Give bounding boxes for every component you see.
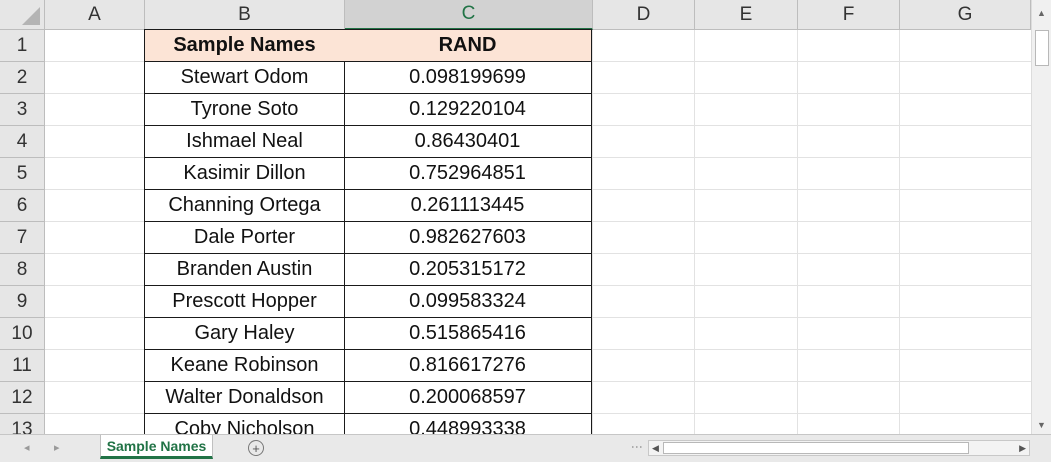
cell-rand-value[interactable]: 0.982627603 bbox=[344, 222, 592, 254]
cell-name[interactable]: Coby Nicholson bbox=[144, 414, 345, 434]
column-header-c[interactable]: C bbox=[345, 0, 593, 30]
cell-name[interactable]: Dale Porter bbox=[144, 222, 345, 254]
horizontal-scroll-thumb[interactable] bbox=[663, 442, 969, 454]
scroll-right-icon[interactable]: ▶ bbox=[1019, 441, 1026, 455]
row-header-11[interactable]: 11 bbox=[0, 350, 45, 382]
cell-name[interactable]: Walter Donaldson bbox=[144, 382, 345, 414]
cell-rand-value[interactable]: 0.099583324 bbox=[344, 286, 592, 318]
cell-rand-value[interactable]: 0.129220104 bbox=[344, 94, 592, 126]
worksheet-grid[interactable]: ABCDEFG 1 2 3 4 5 6 7 8 9 10 11 12 13 Sample Names RA… bbox=[0, 0, 1031, 434]
sheet-tab-sample-names[interactable]: Sample Names bbox=[100, 435, 213, 459]
cell-rand-value[interactable]: 0.205315172 bbox=[344, 254, 592, 286]
row-header-3[interactable]: 3 bbox=[0, 94, 45, 126]
select-all-triangle-icon bbox=[22, 7, 40, 25]
column-header-a[interactable]: A bbox=[45, 0, 145, 30]
row-header-13[interactable]: 13 bbox=[0, 414, 45, 434]
cell-name[interactable]: Keane Robinson bbox=[144, 350, 345, 382]
gridline bbox=[592, 30, 593, 434]
row-header-5[interactable]: 5 bbox=[0, 158, 45, 190]
cell-rand-value[interactable]: 0.261113445 bbox=[344, 190, 592, 222]
sheet-tab-bar: ◂ ▸ Sample Names + ⋮ ◀ ▶ bbox=[0, 434, 1051, 462]
row-header-6[interactable]: 6 bbox=[0, 190, 45, 222]
cell-rand-value[interactable]: 0.752964851 bbox=[344, 158, 592, 190]
cell-rand-value[interactable]: 0.515865416 bbox=[344, 318, 592, 350]
vertical-scroll-thumb[interactable] bbox=[1035, 30, 1049, 66]
row-header-2[interactable]: 2 bbox=[0, 62, 45, 94]
cell-name[interactable]: Branden Austin bbox=[144, 254, 345, 286]
row-header-8[interactable]: 8 bbox=[0, 254, 45, 286]
row-header-4[interactable]: 4 bbox=[0, 126, 45, 158]
sheet-tab-label: Sample Names bbox=[106, 437, 207, 454]
column-header-e[interactable]: E bbox=[695, 0, 798, 30]
cell-rand-value[interactable]: 0.448993338 bbox=[344, 414, 592, 434]
row-header-10[interactable]: 10 bbox=[0, 318, 45, 350]
cell-rand-value[interactable]: 0.816617276 bbox=[344, 350, 592, 382]
cell-name[interactable]: Channing Ortega bbox=[144, 190, 345, 222]
cell-name[interactable]: Kasimir Dillon bbox=[144, 158, 345, 190]
select-all-corner[interactable] bbox=[0, 0, 45, 30]
cell-name[interactable]: Stewart Odom bbox=[144, 62, 345, 94]
column-header-d[interactable]: D bbox=[593, 0, 695, 30]
row-header-1[interactable]: 1 bbox=[0, 30, 45, 62]
header-cell-sample-names[interactable]: Sample Names bbox=[144, 29, 345, 62]
row-header-9[interactable]: 9 bbox=[0, 286, 45, 318]
column-header-f[interactable]: F bbox=[798, 0, 900, 30]
cell-rand-value[interactable]: 0.200068597 bbox=[344, 382, 592, 414]
cell-name[interactable]: Prescott Hopper bbox=[144, 286, 345, 318]
tab-split-handle[interactable]: ⋮ bbox=[630, 441, 644, 453]
column-header-g[interactable]: G bbox=[900, 0, 1031, 30]
cell-name[interactable]: Ishmael Neal bbox=[144, 126, 345, 158]
horizontal-scrollbar[interactable]: ◀ ▶ bbox=[648, 440, 1030, 456]
gridline bbox=[797, 30, 798, 434]
cell-rand-value[interactable]: 0.098199699 bbox=[344, 62, 592, 94]
scroll-up-icon[interactable]: ▲ bbox=[1032, 6, 1051, 20]
row-header-12[interactable]: 12 bbox=[0, 382, 45, 414]
gridline bbox=[899, 30, 900, 434]
header-cell-rand[interactable]: RAND bbox=[344, 29, 592, 62]
cell-name[interactable]: Gary Haley bbox=[144, 318, 345, 350]
tab-next-icon[interactable]: ▸ bbox=[54, 441, 60, 454]
add-sheet-plus-icon[interactable]: + bbox=[248, 440, 264, 456]
gridline bbox=[694, 30, 695, 434]
scroll-left-icon[interactable]: ◀ bbox=[652, 441, 659, 455]
column-header-b[interactable]: B bbox=[145, 0, 345, 30]
cell-rand-value[interactable]: 0.86430401 bbox=[344, 126, 592, 158]
tab-prev-icon[interactable]: ◂ bbox=[24, 441, 30, 454]
cell-name[interactable]: Tyrone Soto bbox=[144, 94, 345, 126]
vertical-scrollbar[interactable]: ▲ ▼ bbox=[1031, 0, 1051, 434]
row-header-7[interactable]: 7 bbox=[0, 222, 45, 254]
scroll-down-icon[interactable]: ▼ bbox=[1032, 418, 1051, 432]
